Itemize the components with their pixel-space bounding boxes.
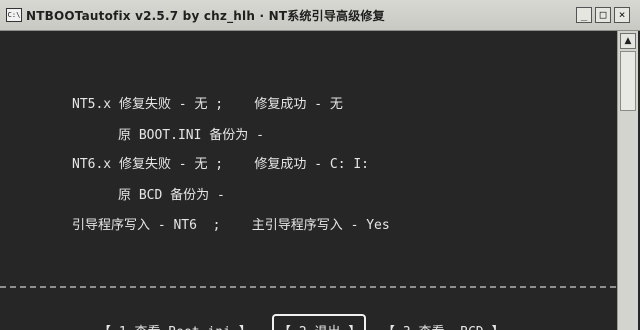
minimize-button[interactable]: _	[576, 7, 592, 23]
maximize-button[interactable]: □	[595, 7, 611, 23]
nt6-backup-info: 原 BCD 备份为 -	[118, 188, 225, 203]
title-bar: C:\ NTBOOTautofix v2.5.7 by chz_hlh · NT…	[0, 0, 640, 31]
ntbootautofix-window: C:\ NTBOOTautofix v2.5.7 by chz_hlh · NT…	[0, 0, 640, 330]
window-controls: _ □ ×	[576, 7, 630, 23]
menu-divider	[0, 286, 616, 288]
console-app-icon: C:\	[6, 8, 22, 22]
close-button[interactable]: ×	[614, 7, 630, 23]
nt5-repair-status: NT5.x 修复失败 - 无 ; 修复成功 - 无	[72, 97, 343, 112]
vertical-scrollbar[interactable]: ▲	[617, 31, 638, 330]
scrollbar-thumb[interactable]	[620, 51, 636, 111]
nt5-backup-info: 原 BOOT.INI 备份为 -	[118, 128, 264, 143]
scroll-up-arrow-icon[interactable]: ▲	[620, 33, 636, 49]
menu-item-exit[interactable]: 【 2.退出 】	[278, 321, 361, 330]
bootloader-write-status: 引导程序写入 - NT6 ; 主引导程序写入 - Yes	[72, 218, 390, 233]
menu-item-view-boot-ini[interactable]: 【 1.查看 Boot.ini 】	[98, 321, 252, 330]
menu-item-view-bcd[interactable]: 【 3.查看 BCD 】	[382, 321, 504, 330]
console-output: NT5.x 修复失败 - 无 ; 修复成功 - 无 原 BOOT.INI 备份为…	[0, 31, 616, 330]
nt6-repair-status: NT6.x 修复失败 - 无 ; 修复成功 - C: I:	[72, 157, 370, 172]
window-title: NTBOOTautofix v2.5.7 by chz_hlh · NT系统引导…	[26, 9, 385, 23]
